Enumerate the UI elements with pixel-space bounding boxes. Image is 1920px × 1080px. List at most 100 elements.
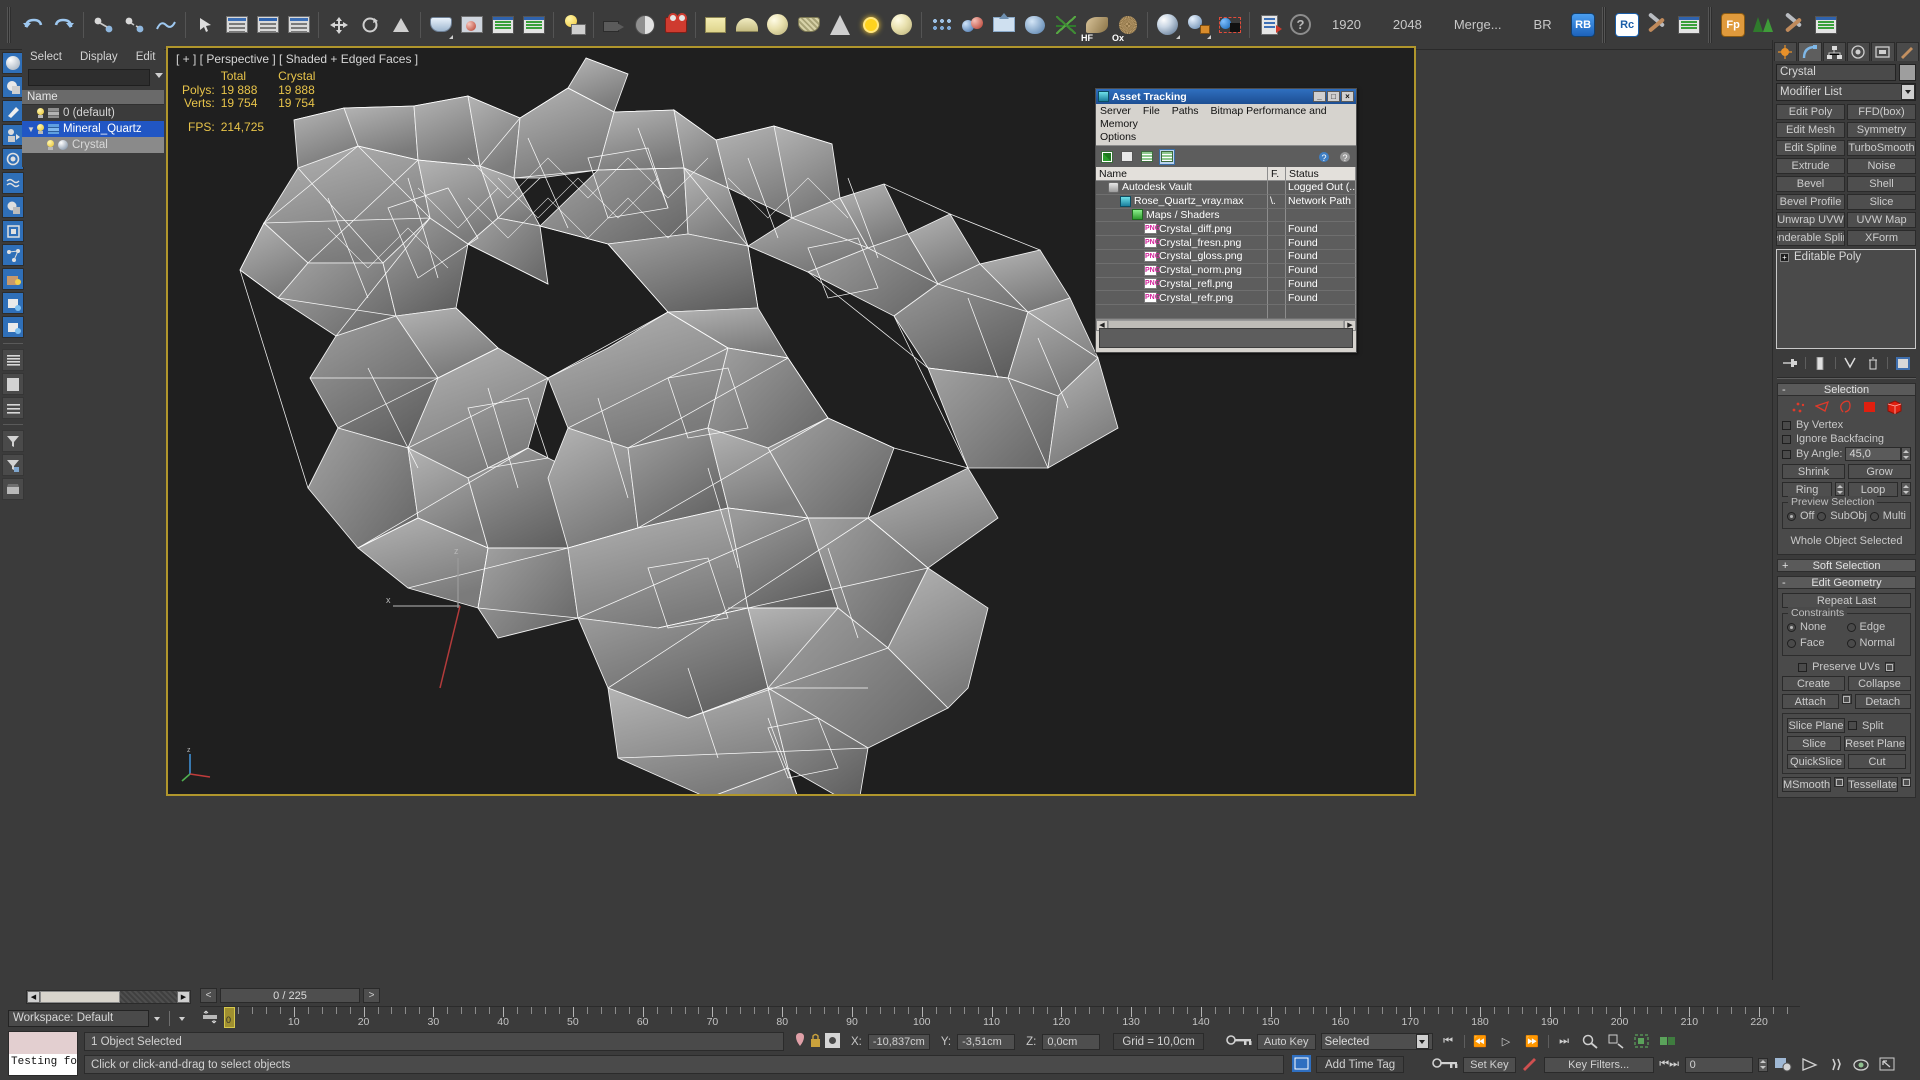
camera-match-icon[interactable] <box>629 8 660 42</box>
object-color-swatch[interactable] <box>1899 64 1916 81</box>
fp-plugin-icon[interactable]: Fp <box>1718 8 1749 42</box>
asset-tracking-dialog[interactable]: Asset Tracking _ □ × Server File Paths B… <box>1095 88 1357 353</box>
asset-col-name[interactable]: Name <box>1096 167 1268 181</box>
next-key-button[interactable]: ⏩ <box>1522 1032 1543 1051</box>
preserve-uvs-row[interactable]: Preserve UVs <box>1782 661 1911 673</box>
preview-multi-radio[interactable] <box>1869 511 1879 521</box>
grass-icon[interactable] <box>1050 8 1081 42</box>
remove-modifier-icon[interactable] <box>1866 356 1880 370</box>
modifier-renderable-spline[interactable]: enderable Splin <box>1776 230 1845 246</box>
add-time-tag-button[interactable]: Add Time Tag <box>1316 1056 1405 1073</box>
modifier-noise[interactable]: Noise <box>1847 158 1916 174</box>
hair-fur-icon[interactable]: HF <box>1081 8 1112 43</box>
list-view-icon[interactable] <box>1119 149 1135 165</box>
modifier-bevel[interactable]: Bevel <box>1776 176 1845 192</box>
rail-filter-icon[interactable] <box>2 430 24 452</box>
rail-asset-tracking-icon[interactable] <box>2 268 24 290</box>
rail-list-3-icon[interactable] <box>2 397 24 419</box>
help-icon[interactable]: ? <box>1285 8 1316 42</box>
auto-key-button[interactable]: Auto Key <box>1256 1033 1316 1050</box>
asset-dialog-titlebar[interactable]: Asset Tracking _ □ × <box>1096 89 1356 104</box>
viewport-hscrollbar[interactable]: ◀ ▶ <box>26 990 191 1004</box>
preview-off-radio[interactable] <box>1787 511 1796 521</box>
zoom-all-viewports-icon[interactable] <box>1658 1032 1679 1051</box>
selection-rollout-header[interactable]: - Selection <box>1777 383 1916 396</box>
current-frame-spinner[interactable] <box>1757 1057 1768 1072</box>
render-animation-icon[interactable] <box>660 8 691 42</box>
hierarchy-tab[interactable] <box>1822 42 1846 61</box>
select-scale-icon[interactable] <box>385 8 416 42</box>
zoom-region-icon[interactable] <box>1580 1032 1601 1051</box>
rail-light-lister-icon[interactable] <box>2 100 24 122</box>
display-tab[interactable] <box>1871 42 1895 61</box>
mesh-teapot-icon[interactable] <box>793 8 824 42</box>
asset-menu-options[interactable]: Options <box>1100 131 1136 143</box>
scroll-left-icon[interactable]: ◀ <box>27 991 40 1003</box>
asset-row-crystal-diff[interactable]: PNG Crystal_diff.png Found <box>1096 222 1356 237</box>
attach-settings-icon[interactable] <box>1841 694 1852 704</box>
rail-render-to-texture-icon[interactable] <box>2 124 24 146</box>
constraint-none-option[interactable]: None <box>1787 621 1847 633</box>
sphere-light-icon[interactable] <box>886 8 917 42</box>
prev-frame-button[interactable]: < <box>200 988 217 1003</box>
rail-filter-tool-icon[interactable] <box>2 454 24 476</box>
asset-row-crystal-refr[interactable]: PNG Crystal_refr.png Found <box>1096 291 1356 306</box>
by-angle-spinner[interactable] <box>1901 447 1911 461</box>
scroll-thumb[interactable] <box>40 991 120 1003</box>
refresh-icon[interactable] <box>1099 149 1115 165</box>
scene-explorer-search-input[interactable] <box>28 69 163 86</box>
stack-item-editable-poly[interactable]: + Editable Poly <box>1777 250 1915 264</box>
maximize-button[interactable]: □ <box>1327 91 1340 102</box>
scene-explorer-row-mineral-quartz[interactable]: ▼ Mineral_Quartz <box>22 121 164 137</box>
material-preview-icon[interactable] <box>456 8 487 42</box>
menu-select[interactable]: Select <box>30 51 62 63</box>
export-document-icon[interactable] <box>1254 8 1285 42</box>
envelope-icon[interactable] <box>988 8 1019 42</box>
lock-icon[interactable] <box>809 1033 822 1051</box>
render-width-value[interactable]: 1920 <box>1316 17 1377 32</box>
key-mode-selector[interactable]: Selected <box>1320 1033 1433 1050</box>
chevron-down-icon[interactable] <box>1415 1034 1429 1049</box>
menu-display[interactable]: Display <box>80 51 118 63</box>
light-bulb-icon[interactable] <box>46 139 55 151</box>
key-filters-button[interactable]: Key Filters... <box>1543 1056 1654 1073</box>
expander-plus-icon[interactable]: + <box>1780 252 1789 262</box>
rc-tools-icon[interactable] <box>1643 8 1674 42</box>
scroll-track[interactable] <box>120 991 177 1003</box>
set-key-mode-icon[interactable] <box>202 1010 220 1024</box>
add-time-tag-icon[interactable] <box>1292 1054 1311 1075</box>
chevron-down-icon[interactable] <box>155 73 163 78</box>
zoom-extents-all-icon[interactable] <box>1632 1032 1653 1051</box>
chevron-down-icon[interactable] <box>1901 84 1915 100</box>
grid-view-icon[interactable] <box>1159 148 1175 165</box>
modifier-xform[interactable]: XForm <box>1847 230 1916 246</box>
merge-button[interactable]: Merge... <box>1438 17 1518 32</box>
redo-icon[interactable] <box>48 8 79 42</box>
by-angle-field[interactable]: 45,0 <box>1845 447 1901 461</box>
asset-row-crystal-fresn[interactable]: PNG Crystal_fresn.png Found <box>1096 236 1356 250</box>
by-angle-row[interactable]: By Angle: 45,0 <box>1782 447 1911 461</box>
expander-down-icon[interactable]: ▼ <box>26 125 36 134</box>
layer-manager-icon[interactable] <box>487 8 518 42</box>
msmooth-button[interactable]: MSmooth <box>1782 777 1832 792</box>
material-assign-icon[interactable] <box>1183 8 1214 42</box>
select-rotate-icon[interactable] <box>354 8 385 42</box>
grow-button[interactable]: Grow <box>1848 464 1911 479</box>
select-move-icon[interactable] <box>323 8 354 42</box>
rb-plugin-icon[interactable]: RB <box>1568 8 1599 42</box>
rail-material-editor-icon[interactable] <box>2 148 24 170</box>
plane-primitive-icon[interactable] <box>700 8 731 42</box>
walkthrough-icon[interactable] <box>1825 1055 1846 1074</box>
ring-spinner[interactable] <box>1835 482 1845 496</box>
modifier-symmetry[interactable]: Symmetry <box>1847 122 1916 138</box>
select-similar-icon[interactable] <box>1214 8 1245 42</box>
create-button[interactable]: Create <box>1782 676 1845 691</box>
fp-tools-icon[interactable] <box>1780 8 1811 42</box>
pin-stack-icon[interactable] <box>1782 356 1797 370</box>
constraint-normal-radio[interactable] <box>1846 638 1856 648</box>
rail-list-1-icon[interactable] <box>2 349 24 371</box>
unlink-icon[interactable] <box>119 8 150 42</box>
rail-layer-explorer-icon[interactable] <box>2 316 24 338</box>
asset-row-max-file[interactable]: Rose_Quartz_vray.max \. Network Path <box>1096 194 1356 209</box>
vertex-icon[interactable] <box>1791 400 1806 414</box>
